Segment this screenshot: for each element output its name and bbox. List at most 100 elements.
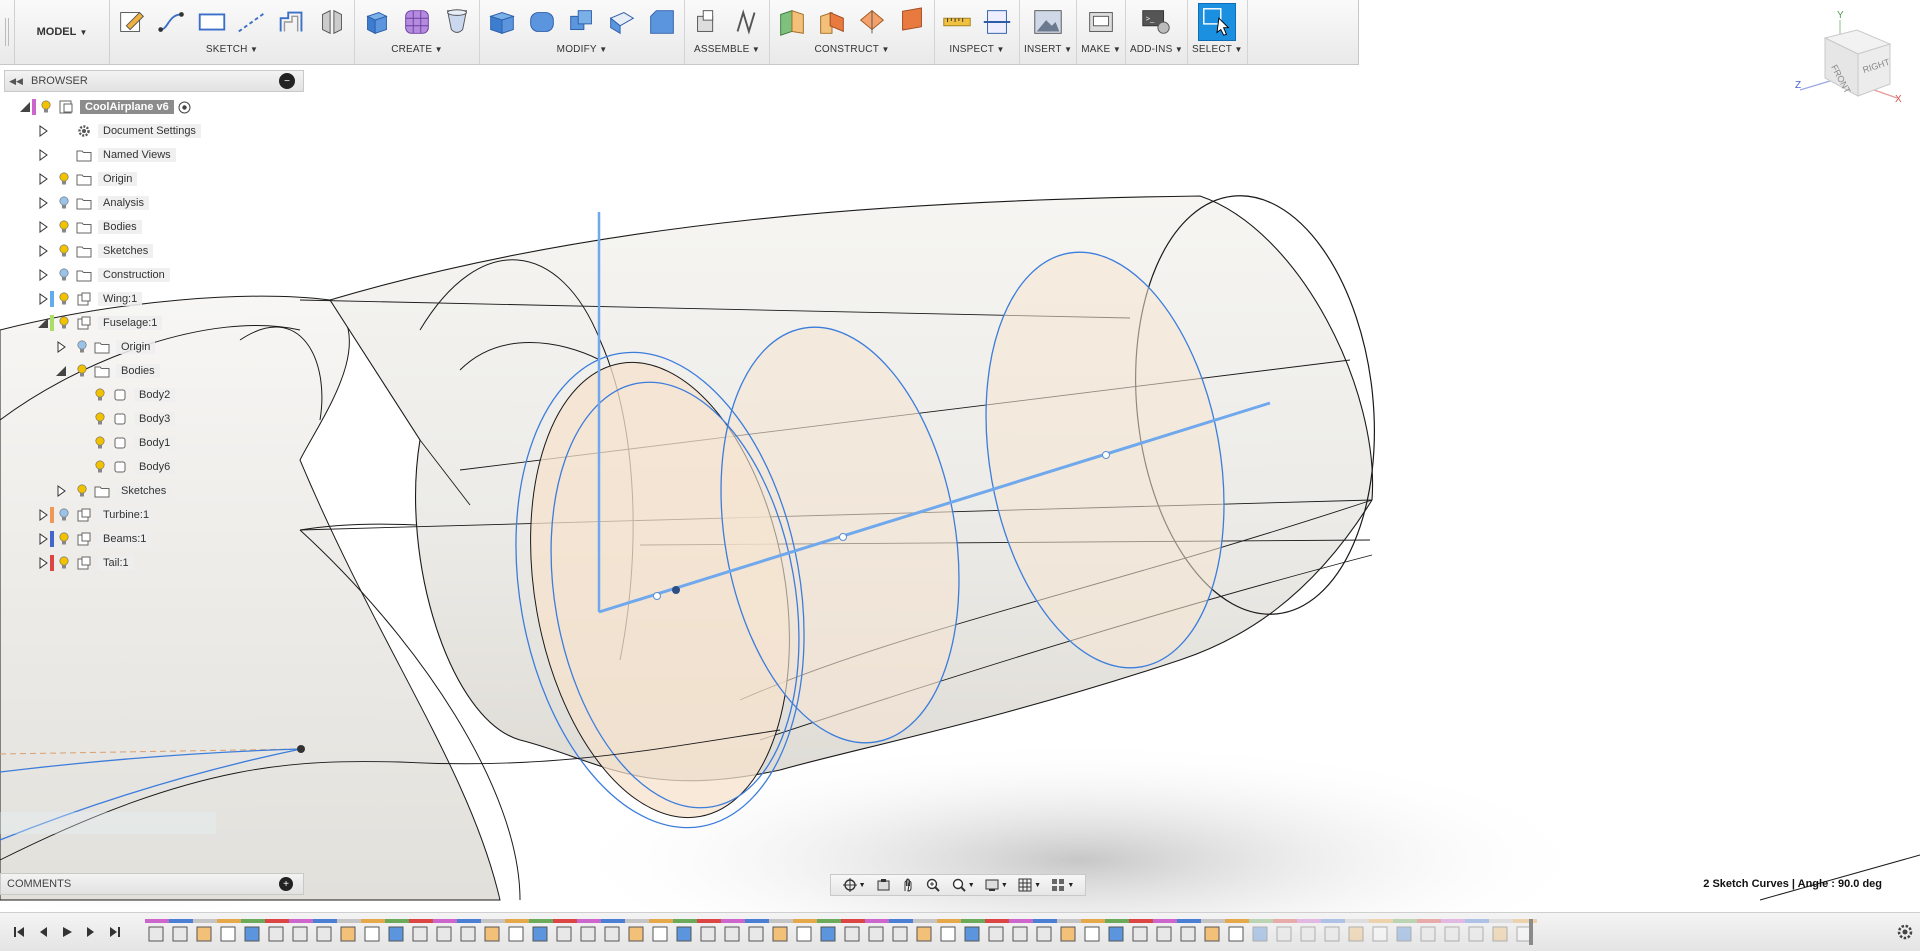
browser-item-turbine-1[interactable]: Turbine:1 — [36, 504, 155, 526]
visibility-bulb-icon[interactable] — [57, 316, 71, 330]
timeline-feature-icon[interactable] — [145, 919, 169, 942]
timeline-feature-icon[interactable] — [841, 919, 865, 942]
construction-line-icon[interactable] — [234, 4, 270, 40]
browser-item-coolairplane-v6[interactable]: CoolAirplane v6 — [18, 96, 191, 118]
timeline-feature-icon[interactable] — [985, 919, 1009, 942]
grid-icon[interactable]: ▼ — [1017, 877, 1041, 893]
timeline-marker[interactable] — [1529, 919, 1533, 945]
timeline-feature-icon[interactable] — [505, 919, 529, 942]
timeline-feature-icon[interactable] — [1393, 919, 1417, 942]
visibility-bulb-icon[interactable] — [57, 196, 71, 210]
timeline-feature-icon[interactable] — [265, 919, 289, 942]
visibility-bulb-icon[interactable] — [57, 508, 71, 522]
expand-arrow-icon[interactable] — [36, 221, 50, 233]
timeline-feature-icon[interactable] — [937, 919, 961, 942]
timeline-feature-icon[interactable] — [1249, 919, 1273, 942]
go-to-start-icon[interactable] — [10, 923, 28, 941]
visibility-bulb-icon[interactable] — [57, 292, 71, 306]
timeline-feature-icon[interactable] — [289, 919, 313, 942]
expand-arrow-icon[interactable] — [36, 557, 50, 569]
timeline-feature-icon[interactable] — [1513, 919, 1537, 942]
browser-item-bodies[interactable]: Bodies — [36, 216, 142, 238]
expand-arrow-icon[interactable] — [36, 293, 50, 305]
timeline-feature-icon[interactable] — [673, 919, 697, 942]
expand-arrow-icon[interactable] — [36, 269, 50, 281]
timeline-feature-icon[interactable] — [337, 919, 361, 942]
timeline-feature-icon[interactable] — [553, 919, 577, 942]
plane-at-angle-icon[interactable] — [814, 4, 850, 40]
browser-item-document-settings[interactable]: Document Settings — [36, 120, 201, 142]
timeline-feature-icon[interactable] — [961, 919, 985, 942]
browser-item-analysis[interactable]: Analysis — [36, 192, 149, 214]
timeline-feature-icon[interactable] — [1417, 919, 1441, 942]
create-sketch-icon[interactable] — [114, 4, 150, 40]
expand-arrow-icon[interactable] — [36, 245, 50, 257]
print-3d-icon[interactable] — [1083, 4, 1119, 40]
add-comment-button[interactable]: + — [279, 877, 293, 891]
timeline-feature-icon[interactable] — [1273, 919, 1297, 942]
rectangle-icon[interactable] — [194, 4, 230, 40]
timeline-feature-icon[interactable] — [433, 919, 457, 942]
visibility-bulb-icon[interactable] — [57, 172, 71, 186]
expand-arrow-icon[interactable] — [36, 173, 50, 185]
timeline-feature-icon[interactable] — [1441, 919, 1465, 942]
browser-item-sketches[interactable]: Sketches — [36, 240, 154, 262]
timeline-feature-icon[interactable] — [601, 919, 625, 942]
timeline-feature-icon[interactable] — [1057, 919, 1081, 942]
browser-item-origin[interactable]: Origin — [54, 336, 156, 358]
visibility-bulb-icon[interactable] — [93, 460, 107, 474]
timeline-feature-icon[interactable] — [1153, 919, 1177, 942]
toolbar-group-label[interactable]: ASSEMBLE ▼ — [689, 44, 765, 62]
mirror-icon[interactable] — [314, 4, 350, 40]
visibility-bulb-icon[interactable] — [75, 484, 89, 498]
browser-item-construction[interactable]: Construction — [36, 264, 170, 286]
timeline-feature-icon[interactable] — [889, 919, 913, 942]
timeline-feature-icon[interactable] — [313, 919, 337, 942]
offset-plane-icon[interactable] — [774, 4, 810, 40]
toolbar-group-label[interactable]: SKETCH ▼ — [114, 44, 350, 62]
expand-arrow-icon[interactable] — [36, 509, 50, 521]
select-icon[interactable] — [1198, 3, 1237, 41]
expand-arrow-icon[interactable] — [36, 149, 50, 161]
viewports-icon[interactable]: ▼ — [1050, 877, 1074, 893]
collapse-arrow-icon[interactable] — [54, 365, 68, 377]
timeline-feature-icon[interactable] — [481, 919, 505, 942]
toolbar-group-label[interactable]: ADD-INS ▼ — [1130, 44, 1183, 62]
timeline-feature-icon[interactable] — [1105, 919, 1129, 942]
timeline-feature-icon[interactable] — [457, 919, 481, 942]
visibility-bulb-icon[interactable] — [93, 388, 107, 402]
visibility-bulb-icon[interactable] — [57, 532, 71, 546]
toolbar-group-label[interactable]: CONSTRUCT ▼ — [774, 44, 930, 62]
timeline-feature-icon[interactable] — [817, 919, 841, 942]
sketch-point[interactable] — [1102, 451, 1110, 459]
toolbar-group-label[interactable]: MAKE ▼ — [1081, 44, 1121, 62]
browser-item-body3[interactable]: Body3 — [72, 408, 176, 430]
timeline-feature-icon[interactable] — [697, 919, 721, 942]
browser-item-fuselage-1[interactable]: Fuselage:1 — [36, 312, 163, 334]
pan-icon[interactable] — [900, 877, 916, 893]
insert-image-icon[interactable] — [1030, 4, 1066, 40]
browser-item-sketches[interactable]: Sketches — [54, 480, 172, 502]
timeline-feature-icon[interactable] — [529, 919, 553, 942]
timeline-feature-icon[interactable] — [577, 919, 601, 942]
visibility-bulb-icon[interactable] — [75, 340, 89, 354]
visibility-bulb-icon[interactable] — [57, 556, 71, 570]
revolve-icon[interactable] — [439, 4, 475, 40]
timeline-feature-icon[interactable] — [409, 919, 433, 942]
midplane-icon[interactable] — [854, 4, 890, 40]
collapse-panel-icon[interactable]: ◀◀ — [5, 76, 27, 87]
browser-item-wing-1[interactable]: Wing:1 — [36, 288, 143, 310]
timeline-feature-icon[interactable] — [1009, 919, 1033, 942]
shell-icon[interactable] — [604, 4, 640, 40]
browser-item-bodies[interactable]: Bodies — [54, 360, 160, 382]
step-back-icon[interactable] — [34, 923, 52, 941]
display-settings-icon[interactable]: ▼ — [984, 877, 1008, 893]
toolbar-grip[interactable] — [0, 0, 15, 64]
offset-icon[interactable] — [274, 4, 310, 40]
zoom-window-icon[interactable] — [925, 877, 941, 893]
visibility-bulb-icon[interactable] — [57, 220, 71, 234]
visibility-bulb-icon[interactable] — [75, 364, 89, 378]
form-icon[interactable] — [399, 4, 435, 40]
combine-icon[interactable] — [564, 4, 600, 40]
timeline-feature-icon[interactable] — [769, 919, 793, 942]
